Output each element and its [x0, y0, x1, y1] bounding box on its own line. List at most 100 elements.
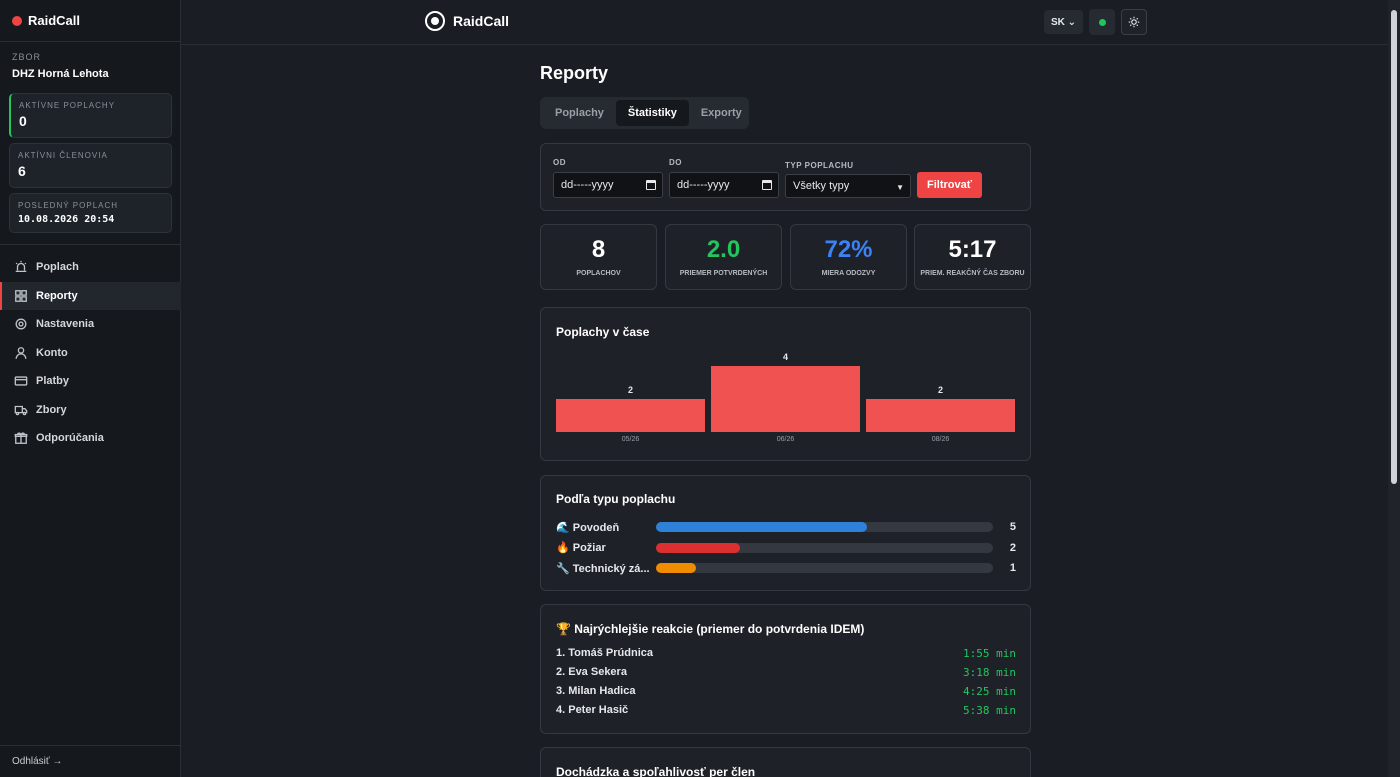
sidebar-item-label: Poplach	[36, 261, 79, 274]
fastest-title: 🏆 Najrýchlejšie reakcie (priemer do potv…	[556, 622, 865, 636]
user-icon	[15, 346, 27, 359]
list-item: 4. Peter Hasič 5:38 min	[556, 704, 1016, 718]
zbor-label: ZBOR	[12, 52, 42, 62]
brand[interactable]: RaidCall	[0, 0, 180, 42]
kpi-card-reaction-time: 5:17 PRIEM. REAKČNÝ ČAS ZBORU	[914, 224, 1031, 290]
calendar-icon[interactable]	[762, 180, 772, 190]
chart-bar[interactable]	[866, 399, 1015, 432]
stat-label: AKTÍVNI ČLENOVIA	[18, 151, 108, 160]
card-icon	[14, 376, 28, 386]
report-tabs: Poplachy Štatistiky Exporty	[540, 97, 749, 129]
kpi-card-alarms: 8 POPLACHOV	[540, 224, 657, 290]
stat-value: 0	[19, 113, 27, 129]
member-name: 2. Eva Sekera	[556, 666, 627, 678]
tab-exporty[interactable]: Exporty	[689, 100, 754, 126]
by-type-title: Podľa typu poplachu	[556, 492, 676, 506]
chart-bar[interactable]	[556, 399, 705, 432]
to-date-value: dd-----yyyy	[677, 179, 730, 191]
kpi-value: 5:17	[948, 236, 997, 263]
sidebar-item-label: Nastavenia	[36, 318, 95, 331]
kpi-card-response-rate: 72% MIERA ODOZVY	[790, 224, 907, 290]
kpi-value: 8	[591, 236, 606, 263]
scrollbar-thumb[interactable]	[1391, 10, 1397, 484]
reaction-time: 3:18 min	[963, 666, 1016, 679]
reaction-time: 4:25 min	[963, 685, 1016, 698]
type-count: 2	[1009, 541, 1016, 554]
tab-statistiky[interactable]: Štatistiky	[615, 100, 689, 126]
brand-name: RaidCall	[28, 13, 81, 28]
reaction-time: 1:55 min	[963, 647, 1016, 660]
type-select[interactable]: Všetky typy ▼	[785, 174, 911, 198]
list-item: 2. Eva Sekera 3:18 min	[556, 666, 1016, 680]
filter-button[interactable]: Filtrovať	[917, 172, 982, 198]
sidebar-item-label: Konto	[36, 346, 68, 359]
type-row: 🔥 Požiar 2	[556, 541, 1016, 555]
sidebar: RaidCall ZBOR DHZ Horná Lehota AKTÍVNE P…	[0, 0, 181, 777]
chart-bar[interactable]	[711, 366, 860, 432]
to-date-input[interactable]: dd-----yyyy	[669, 172, 779, 198]
from-date-input[interactable]: dd-----yyyy	[553, 172, 663, 198]
header-logo-text: RaidCall	[453, 13, 510, 29]
calendar-icon[interactable]	[646, 180, 656, 190]
to-label: DO	[669, 158, 682, 167]
zbor-name: DHZ Horná Lehota	[12, 68, 109, 80]
type-label: 🌊 Povodeň	[556, 521, 620, 534]
type-count: 5	[1009, 521, 1016, 533]
sidebar-item-konto[interactable]: Konto	[0, 339, 181, 368]
reaction-time: 5:38 min	[963, 704, 1016, 717]
status-dot-icon	[1098, 18, 1106, 26]
type-select-value: Všetky typy	[793, 180, 850, 192]
top-header: RaidCall SK ⌄	[181, 0, 1388, 45]
tab-poplachy[interactable]: Poplachy	[543, 100, 616, 126]
stat-active-members: AKTÍVNI ČLENOVIA 6	[9, 143, 172, 188]
truck-icon	[14, 405, 28, 416]
stat-label: POSLEDNÝ POPLACH	[18, 201, 119, 210]
logout-button[interactable]: Odhlásiť →	[0, 745, 181, 777]
type-row: 🔧 Technický zá... 1	[556, 561, 1016, 575]
fastest-reactions-card: 🏆 Najrýchlejšie reakcie (priemer do potv…	[540, 604, 1031, 734]
x-tick-label: 08/26	[931, 436, 950, 443]
type-label: 🔥 Požiar	[556, 542, 606, 554]
kpi-label: PRIEMER POTVRDENÝCH	[679, 270, 768, 277]
sidebar-item-label: Zbory	[36, 403, 67, 416]
kpi-label: MIERA ODOZVY	[821, 270, 876, 277]
stat-last-alarm: POSLEDNÝ POPLACH 10.08.2026 20:54	[9, 193, 172, 233]
sidebar-item-nastavenia[interactable]: Nastavenia	[0, 310, 181, 339]
type-bar-track	[656, 542, 993, 553]
header-logo[interactable]: RaidCall	[425, 11, 509, 31]
type-bar-track	[656, 522, 993, 532]
filter-card: OD dd-----yyyy DO dd-----yyyy TYP POPLAC…	[540, 143, 1031, 211]
raidcall-logo-icon	[425, 11, 445, 31]
grid-icon	[15, 289, 27, 302]
connection-status-button[interactable]	[1089, 9, 1115, 35]
sidebar-item-label: Reporty	[36, 289, 78, 302]
sidebar-nav: Poplach Reporty Nastavenia Konto Platby …	[0, 244, 181, 453]
type-bar-fill	[656, 542, 741, 553]
member-name: 4. Peter Hasič	[556, 704, 629, 716]
type-count: 1	[1009, 562, 1016, 574]
list-item: 3. Milan Hadica 4:25 min	[556, 685, 1016, 699]
by-type-card: Podľa typu poplachu 🌊 Povodeň 5 🔥 Požiar 2 🔧…	[540, 475, 1031, 591]
type-row: 🌊 Povodeň 5	[556, 520, 1016, 534]
sidebar-item-zbory[interactable]: Zbory	[0, 396, 181, 425]
zbor-info: ZBOR DHZ Horná Lehota	[0, 42, 180, 80]
theme-toggle-button[interactable]	[1121, 9, 1147, 35]
chart-title: Poplachy v čase	[556, 325, 650, 339]
attendance-title: Dochádzka a spoľahlivosť per člen	[556, 765, 756, 777]
stat-value: 10.08.2026 20:54	[18, 214, 115, 225]
bar-value-label: 4	[782, 352, 788, 362]
language-select[interactable]: SK ⌄	[1044, 10, 1083, 34]
stat-label: AKTÍVNE POPLACHY	[19, 101, 116, 110]
sidebar-item-poplach[interactable]: Poplach	[0, 253, 181, 282]
from-date-value: dd-----yyyy	[561, 179, 614, 191]
stat-active-alarms: AKTÍVNE POPLACHY 0	[9, 93, 172, 138]
page-title: Reporty	[540, 63, 609, 83]
sidebar-item-odporucania[interactable]: Odporúčania	[0, 424, 181, 453]
siren-icon	[15, 261, 27, 273]
page-scrollbar[interactable]	[1388, 0, 1400, 777]
from-label: OD	[553, 158, 566, 167]
x-tick-label: 05/26	[621, 436, 640, 443]
sidebar-item-platby[interactable]: Platby	[0, 367, 181, 396]
stat-value: 6	[18, 163, 26, 179]
sidebar-item-reporty[interactable]: Reporty	[0, 281, 181, 310]
